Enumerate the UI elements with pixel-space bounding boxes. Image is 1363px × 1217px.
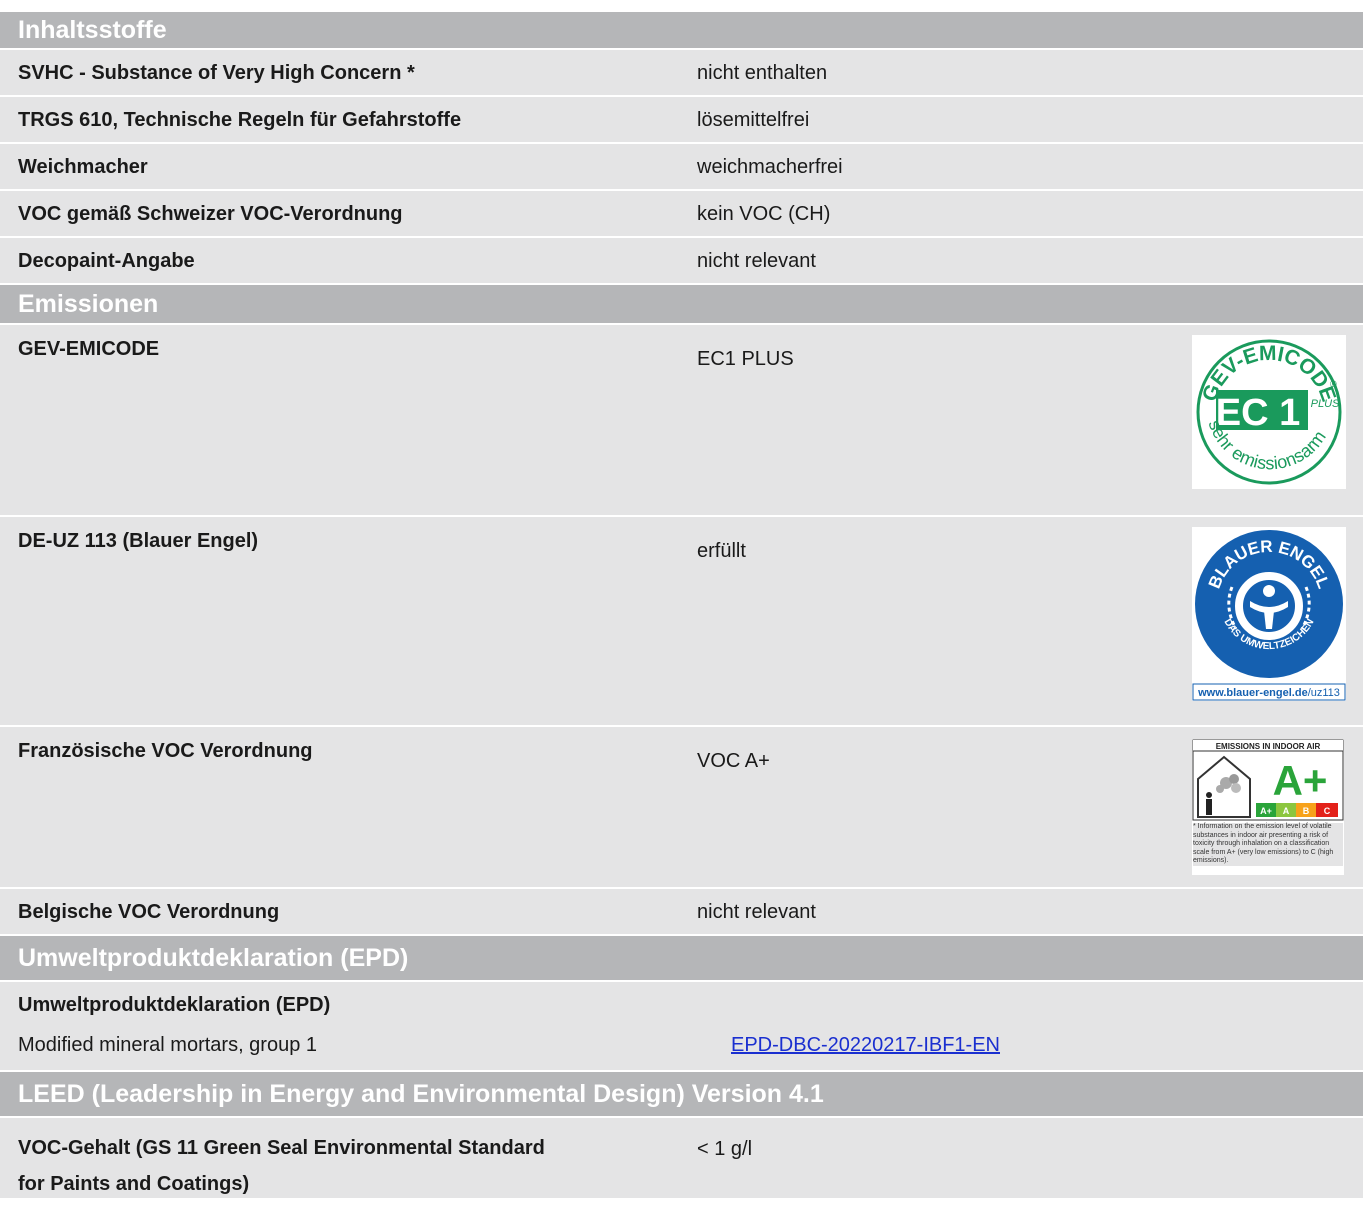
section-header-emissions: Emissionen (0, 285, 1363, 325)
row-label: VOC-Gehalt (GS 11 Green Seal Environment… (18, 1130, 545, 1202)
row-label-line: VOC-Gehalt (GS 11 Green Seal Environment… (18, 1137, 545, 1159)
section-title: Emissionen (18, 289, 159, 318)
row-label: GEV-EMICODE (18, 338, 160, 360)
section-header-leed: LEED (Leadership in Energy and Environme… (0, 1072, 1363, 1118)
properties-sheet: Inhaltsstoffe SVHC - Substance of Very H… (0, 12, 1363, 1198)
section-header-ingredients: Inhaltsstoffe (0, 12, 1363, 50)
voc-label-footnote: * Information on the emission level of v… (1193, 823, 1343, 866)
row-label: TRGS 610, Technische Regeln für Gefahrst… (18, 109, 462, 131)
table-row: SVHC - Substance of Very High Concern * … (0, 50, 1363, 97)
voc-scale-c: C (1324, 806, 1331, 816)
table-row: Belgische VOC Verordnung nicht relevant (0, 889, 1363, 936)
row-value: nicht enthalten (697, 62, 828, 84)
section-header-epd: Umweltproduktdeklaration (EPD) (0, 936, 1363, 982)
blauer-engel-url: www.blauer-engel.de/uz113 (1197, 687, 1340, 699)
emicode-reg: ® (1330, 379, 1337, 389)
table-row: Decopaint-Angabe nicht relevant (0, 238, 1363, 285)
row-label: Französische VOC Verordnung (18, 740, 313, 762)
row-value: kein VOC (CH) (697, 203, 831, 225)
table-row: Weichmacher weichmacherfrei (0, 144, 1363, 191)
row-label: VOC gemäß Schweizer VOC-Verordnung (18, 203, 403, 225)
epd-link[interactable]: EPD-DBC-20220217-IBF1-EN (731, 1034, 1000, 1056)
row-label-line: for Paints and Coatings) (18, 1173, 250, 1195)
row-label: Weichmacher (18, 156, 148, 178)
row-label: Decopaint-Angabe (18, 250, 195, 272)
section-title: Inhaltsstoffe (18, 15, 167, 44)
row-value: EC1 PLUS (697, 348, 794, 370)
table-row: TRGS 610, Technische Regeln für Gefahrst… (0, 97, 1363, 144)
blauer-engel-logo: BLAUER ENGEL DAS UMWELTZEICHEN www.blaue… (1192, 527, 1346, 701)
row-label: Umweltproduktdeklaration (EPD) (18, 994, 331, 1016)
row-label: Modified mineral mortars, group 1 (18, 1034, 318, 1056)
row-value: weichmacherfrei (697, 156, 843, 178)
section-title: Umweltproduktdeklaration (EPD) (18, 943, 409, 972)
voc-scale-a-plus: A+ (1260, 806, 1272, 816)
row-label: Belgische VOC Verordnung (18, 901, 280, 923)
table-row: Modified mineral mortars, group 1 EPD-DB… (0, 1026, 1363, 1072)
row-label: DE-UZ 113 (Blauer Engel) (18, 530, 259, 552)
table-row: VOC-Gehalt (GS 11 Green Seal Environment… (0, 1118, 1363, 1198)
table-row: Umweltproduktdeklaration (EPD) (0, 982, 1363, 1026)
row-value: nicht relevant (697, 250, 816, 272)
row-value: < 1 g/l (697, 1138, 753, 1160)
voc-a-plus-label: EMISSIONS IN INDOOR AIR A+ A+ A B C * In… (1192, 739, 1344, 875)
voc-scale-b: B (1303, 806, 1310, 816)
row-label: SVHC - Substance of Very High Concern * (18, 62, 415, 84)
section-title: LEED (Leadership in Energy and Environme… (18, 1079, 824, 1108)
row-value: nicht relevant (697, 901, 816, 923)
voc-label-header: EMISSIONS IN INDOOR AIR (1216, 742, 1321, 751)
voc-scale-a: A (1283, 806, 1290, 816)
row-value: erfüllt (697, 540, 746, 562)
emicode-logo: GEV-EMICODE EC 1 PLUS ® sehr emissionsar… (1192, 335, 1346, 489)
table-row: VOC gemäß Schweizer VOC-Verordnung kein … (0, 191, 1363, 238)
emicode-big: EC 1 (1216, 392, 1300, 434)
table-row: Französische VOC Verordnung VOC A+ EMISS… (0, 727, 1363, 889)
table-row: DE-UZ 113 (Blauer Engel) erfüllt BLAUER … (0, 517, 1363, 727)
voc-label-big: A+ (1273, 757, 1328, 804)
emicode-plus: PLUS (1311, 398, 1340, 410)
table-row: GEV-EMICODE EC1 PLUS GEV-EMICODE EC 1 PL… (0, 325, 1363, 517)
row-value: lösemittelfrei (697, 109, 810, 131)
row-value: VOC A+ (697, 750, 770, 772)
